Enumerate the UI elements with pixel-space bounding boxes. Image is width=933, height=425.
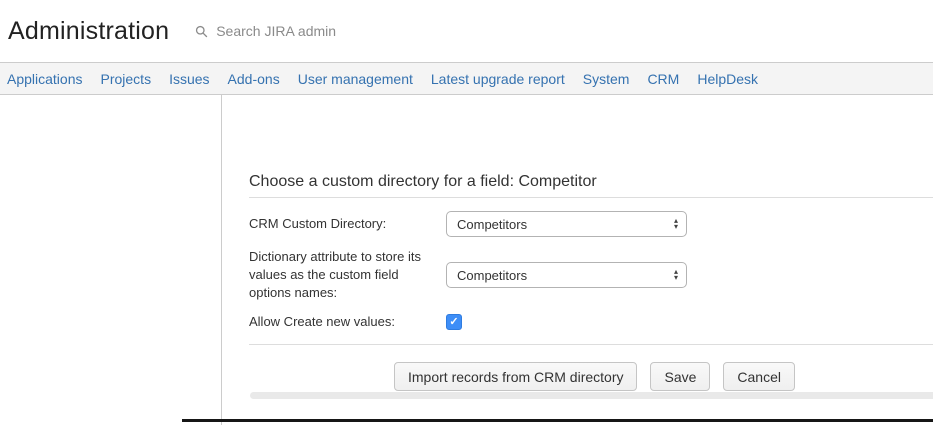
form-row-dictionary-attribute: Dictionary attribute to store its values… [249, 248, 933, 302]
up-down-arrows-icon: ▴ ▾ [674, 218, 678, 230]
window-bottom-edge [182, 419, 933, 422]
form-buttons: Import records from CRM directory Save C… [394, 362, 933, 391]
admin-navbar: Applications Projects Issues Add-ons Use… [0, 62, 933, 95]
checkmark-icon: ✓ [449, 317, 458, 328]
import-records-button[interactable]: Import records from CRM directory [394, 362, 637, 391]
crm-directory-label: CRM Custom Directory: [249, 215, 446, 233]
nav-item-issues[interactable]: Issues [160, 71, 218, 87]
select-value: Competitors [457, 217, 527, 232]
form-row-crm-directory: CRM Custom Directory: Competitors ▴ ▾ [249, 211, 933, 237]
cancel-button[interactable]: Cancel [723, 362, 795, 391]
search-icon [195, 25, 208, 38]
admin-search [195, 22, 374, 40]
nav-item-helpdesk[interactable]: HelpDesk [688, 71, 767, 87]
page-title: Administration [8, 17, 169, 46]
form-row-allow-create: Allow Create new values: ✓ [249, 313, 933, 331]
nav-item-applications[interactable]: Applications [7, 71, 92, 87]
dictionary-attribute-label: Dictionary attribute to store its values… [249, 248, 446, 302]
form-divider [249, 344, 933, 345]
nav-item-crm[interactable]: CRM [638, 71, 688, 87]
horizontal-scrollbar[interactable] [250, 392, 933, 399]
main-panel: Choose a custom directory for a field: C… [222, 95, 933, 425]
up-down-arrows-icon: ▴ ▾ [674, 269, 678, 281]
sidebar [0, 95, 222, 425]
section-heading: Choose a custom directory for a field: C… [249, 174, 933, 198]
save-button[interactable]: Save [650, 362, 710, 391]
crm-directory-select[interactable]: Competitors ▴ ▾ [446, 211, 687, 237]
nav-item-latest-upgrade-report[interactable]: Latest upgrade report [422, 71, 574, 87]
nav-item-user-management[interactable]: User management [289, 71, 422, 87]
admin-header: Administration [0, 0, 933, 62]
nav-item-add-ons[interactable]: Add-ons [219, 71, 289, 87]
allow-create-checkbox[interactable]: ✓ [446, 314, 462, 330]
search-input[interactable] [214, 22, 374, 40]
select-value: Competitors [457, 268, 527, 283]
nav-item-projects[interactable]: Projects [92, 71, 161, 87]
allow-create-label: Allow Create new values: [249, 313, 446, 331]
content-area: Choose a custom directory for a field: C… [0, 95, 933, 425]
dictionary-attribute-select[interactable]: Competitors ▴ ▾ [446, 262, 687, 288]
nav-item-system[interactable]: System [574, 71, 639, 87]
